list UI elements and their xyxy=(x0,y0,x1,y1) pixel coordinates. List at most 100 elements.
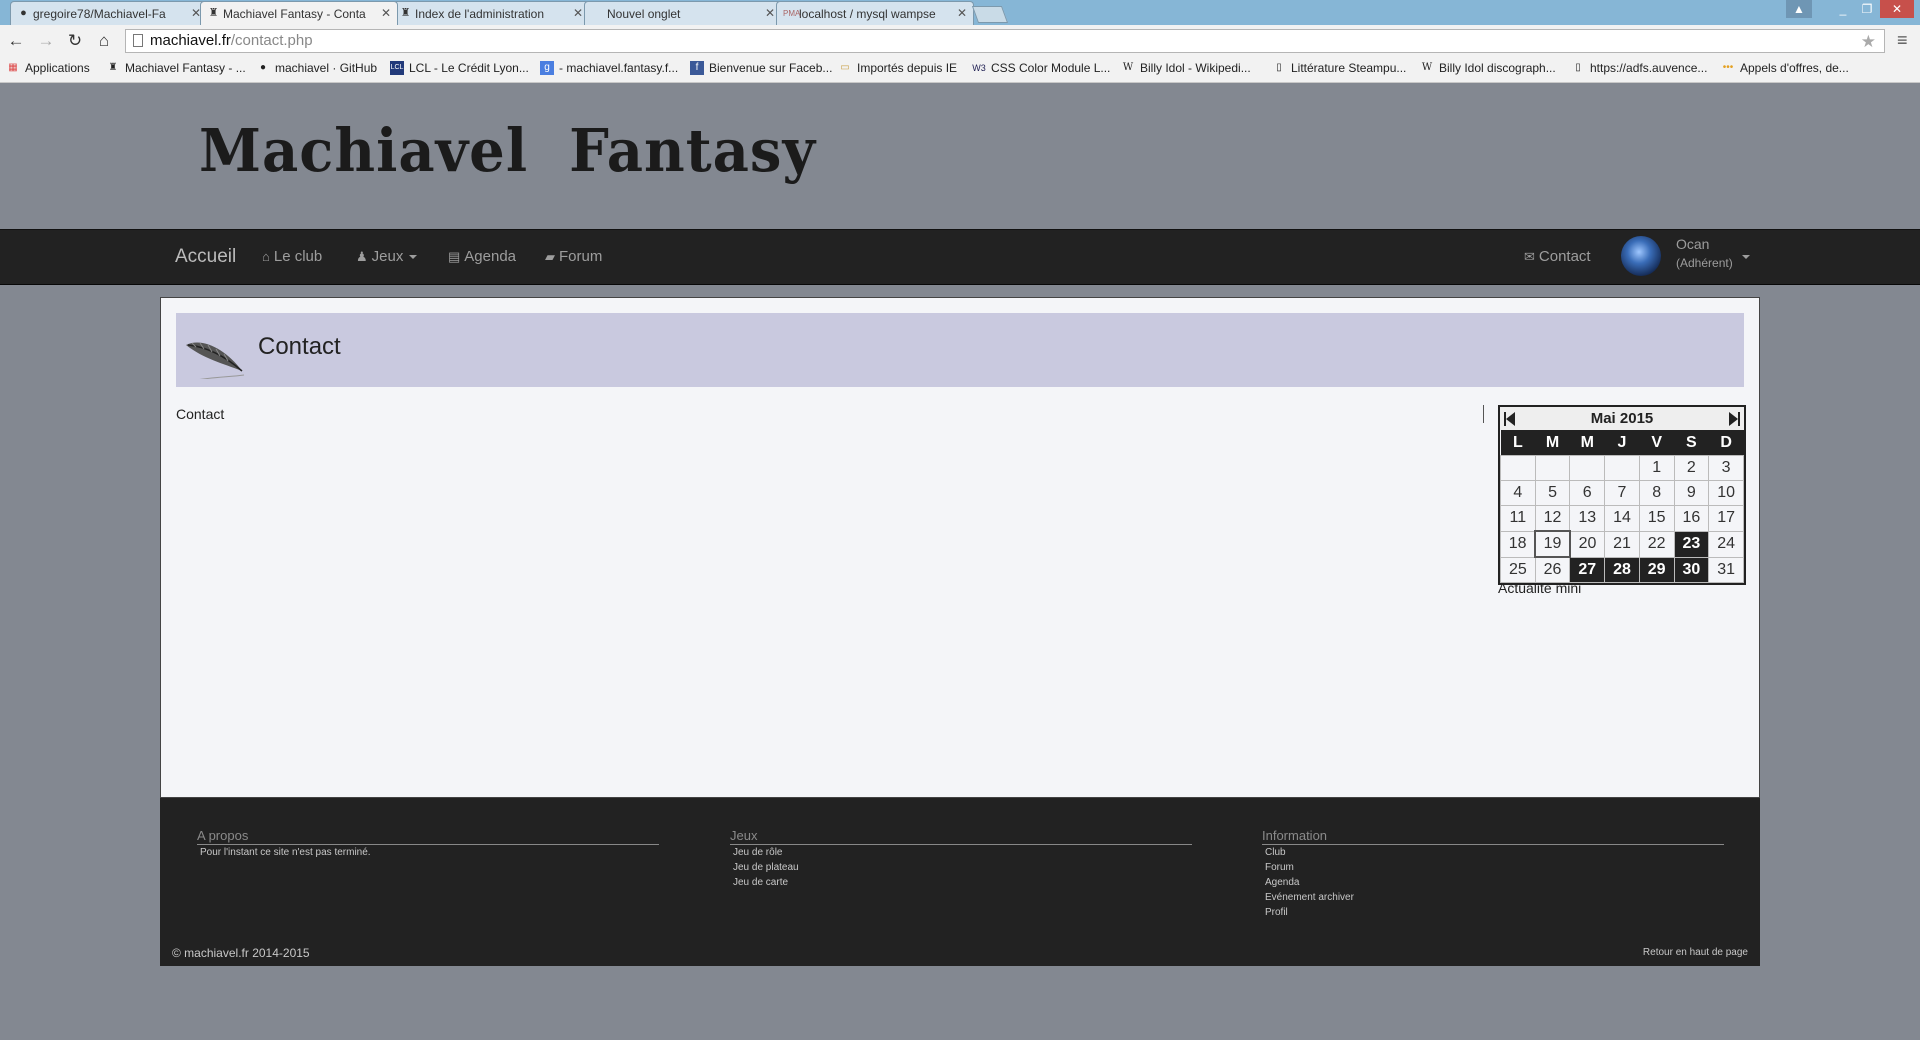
envelope-icon: ✉ xyxy=(1524,249,1535,264)
chrome-menu-icon[interactable]: ≡ xyxy=(1897,30,1908,51)
calendar-day[interactable]: 20 xyxy=(1569,530,1606,558)
calendar-day[interactable]: 3 xyxy=(1708,455,1744,481)
nav-label: Jeux xyxy=(371,248,404,265)
new-tab-button[interactable] xyxy=(971,6,1009,23)
calendar-day[interactable]: 27 xyxy=(1569,556,1606,583)
quill-icon xyxy=(186,342,245,379)
home-icon[interactable]: ⌂ xyxy=(94,31,114,51)
wikipedia-icon: W xyxy=(1122,62,1134,73)
bookmark-star-icon[interactable]: ★ xyxy=(1861,31,1876,53)
calendar-day[interactable]: 17 xyxy=(1708,505,1744,532)
calendar-day[interactable]: 18 xyxy=(1500,530,1536,558)
close-icon[interactable]: ✕ xyxy=(573,6,583,20)
calendar-widget: Mai 2015 LMMJVSD 1 2 3 4 5 6 7 8 9 10 11 12 13 14 15 16… xyxy=(1498,405,1746,585)
footer-link[interactable]: Forum xyxy=(1265,860,1724,875)
footer-link[interactable]: Jeu de rôle xyxy=(733,845,1192,860)
main-container: Contact Contact Mai 2015 LMMJVSD 1234567… xyxy=(160,297,1760,798)
calendar-day[interactable]: 19 xyxy=(1534,530,1571,558)
bookmark-item[interactable]: LCL LCL - Le Crédit Lyon... xyxy=(390,61,529,75)
nav-forum-link[interactable]: ▰ Forum xyxy=(545,230,602,284)
calendar-day[interactable]: 2 xyxy=(1673,455,1710,481)
browser-toolbar: ← → ↻ ⌂ machiavel.fr/contact.php ★ ≡ xyxy=(0,25,1920,57)
close-icon[interactable]: ✕ xyxy=(957,6,967,20)
calendar-day[interactable]: 10 xyxy=(1708,480,1744,506)
footer-link[interactable]: Evénement archiver xyxy=(1265,890,1724,905)
calendar-day[interactable]: 7 xyxy=(1604,480,1640,506)
calendar-day[interactable]: 11 xyxy=(1500,505,1536,532)
back-to-top-link[interactable]: Retour en haut de page xyxy=(1643,947,1748,958)
back-arrow-icon[interactable]: ← xyxy=(6,31,26,51)
bookmark-label: LCL - Le Crédit Lyon... xyxy=(409,61,529,75)
footer-link[interactable]: Jeu de plateau xyxy=(733,860,1192,875)
close-icon[interactable]: ✕ xyxy=(765,6,775,20)
bookmark-item[interactable]: W Billy Idol discograph... xyxy=(1420,61,1556,75)
browser-tab[interactable]: ♜ Index de l'administration ✕ xyxy=(392,1,590,25)
user-caret-down-icon[interactable] xyxy=(1742,255,1750,259)
bookmark-item[interactable]: ♜ Machiavel Fantasy - ... xyxy=(106,61,246,75)
tab-title: Nouvel onglet xyxy=(607,6,681,21)
restore-icon[interactable]: ❐ xyxy=(1854,0,1880,18)
footer-link[interactable]: Jeu de carte xyxy=(733,875,1192,890)
calendar-day[interactable]: 22 xyxy=(1638,530,1675,558)
bookmark-item[interactable]: ▭ Importés depuis IE xyxy=(838,61,957,75)
calendar-day[interactable]: 13 xyxy=(1569,505,1606,532)
calendar-day[interactable]: 29 xyxy=(1638,556,1675,583)
bookmark-item[interactable]: ••• Appels d'offres, de... xyxy=(1721,61,1849,75)
calendar-day[interactable]: 26 xyxy=(1534,556,1571,583)
footer-link[interactable]: Profil xyxy=(1265,905,1724,920)
user-name: Ocan xyxy=(1676,236,1710,252)
close-window-icon[interactable]: ✕ xyxy=(1880,0,1914,18)
calendar-day[interactable]: 14 xyxy=(1604,505,1640,532)
bookmark-item[interactable]: ▯ https://adfs.auvence... xyxy=(1571,61,1707,75)
avatar[interactable] xyxy=(1621,236,1661,276)
tab-title: gregoire78/Machiavel-Fa xyxy=(33,6,166,21)
bookmark-item[interactable]: ▦ Applications xyxy=(6,61,89,75)
calendar-day[interactable]: 8 xyxy=(1638,480,1675,506)
footer-link[interactable]: Club xyxy=(1265,845,1724,860)
weekday-header: M xyxy=(1569,430,1605,456)
calendar-day[interactable]: 5 xyxy=(1534,480,1571,506)
calendar-day[interactable]: 12 xyxy=(1534,505,1571,532)
footer-link[interactable]: Agenda xyxy=(1265,875,1724,890)
calendar-day[interactable]: 1 xyxy=(1638,455,1675,481)
bookmark-item[interactable]: ▯ Littérature Steampu... xyxy=(1272,61,1406,75)
nav-home-link[interactable]: Accueil xyxy=(175,230,236,284)
browser-tab-active[interactable]: ♜ Machiavel Fantasy - Conta ✕ xyxy=(200,1,398,25)
close-icon[interactable]: ✕ xyxy=(381,6,391,20)
bookmark-item[interactable]: W Billy Idol - Wikipedi... xyxy=(1121,61,1251,75)
calendar-day[interactable]: 24 xyxy=(1708,530,1744,558)
bookmark-item[interactable]: W3 CSS Color Module L... xyxy=(972,61,1110,75)
browser-tab[interactable]: Nouvel onglet ✕ xyxy=(584,1,782,25)
previous-month-icon[interactable] xyxy=(1504,412,1515,426)
calendar-day[interactable]: 23 xyxy=(1673,530,1710,558)
calendar-day[interactable]: 31 xyxy=(1708,556,1744,583)
bookmark-item[interactable]: g - machiavel.fantasy.f... xyxy=(540,61,678,75)
calendar-day[interactable]: 30 xyxy=(1673,556,1710,583)
calendar-day[interactable]: 6 xyxy=(1569,480,1606,506)
bookmark-item[interactable]: f Bienvenue sur Faceb... xyxy=(690,61,832,75)
nav-club-link[interactable]: ⌂ Le club xyxy=(262,230,322,284)
next-month-icon[interactable] xyxy=(1729,412,1740,426)
machiavel-favicon-icon: ♜ xyxy=(108,62,118,73)
reload-icon[interactable]: ↻ xyxy=(65,31,85,51)
calendar-day[interactable]: 9 xyxy=(1673,480,1710,506)
calendar-day[interactable]: 4 xyxy=(1500,480,1536,506)
chess-pawn-icon: ♟ xyxy=(356,249,368,264)
calendar-day[interactable]: 15 xyxy=(1638,505,1675,532)
browser-tab[interactable]: ● gregoire78/Machiavel-Fa ✕ xyxy=(10,1,208,25)
calendar-day[interactable]: 16 xyxy=(1673,505,1710,532)
nav-jeux-dropdown[interactable]: ♟ Jeux xyxy=(356,230,418,284)
nav-contact-link[interactable]: ✉ Contact xyxy=(1524,230,1591,284)
nav-agenda-link[interactable]: ▤ Agenda xyxy=(448,230,516,284)
user-menu[interactable]: Ocan (Adhérent) xyxy=(1676,236,1733,270)
bookmark-item[interactable]: ● machiavel · GitHub xyxy=(256,61,377,75)
forward-arrow-icon[interactable]: → xyxy=(36,31,56,51)
site-logo[interactable]: Machiavel Fantasy xyxy=(199,116,816,185)
calendar-day[interactable]: 28 xyxy=(1604,556,1640,583)
calendar-day[interactable]: 25 xyxy=(1500,556,1536,583)
browser-tab[interactable]: PMA localhost / mysql wampse ✕ xyxy=(776,1,974,25)
address-bar[interactable]: machiavel.fr/contact.php ★ xyxy=(125,29,1885,53)
minimize-icon[interactable]: _ xyxy=(1830,0,1856,18)
calendar-day[interactable]: 21 xyxy=(1604,530,1640,558)
user-profile-icon[interactable]: ▲ xyxy=(1786,0,1812,18)
